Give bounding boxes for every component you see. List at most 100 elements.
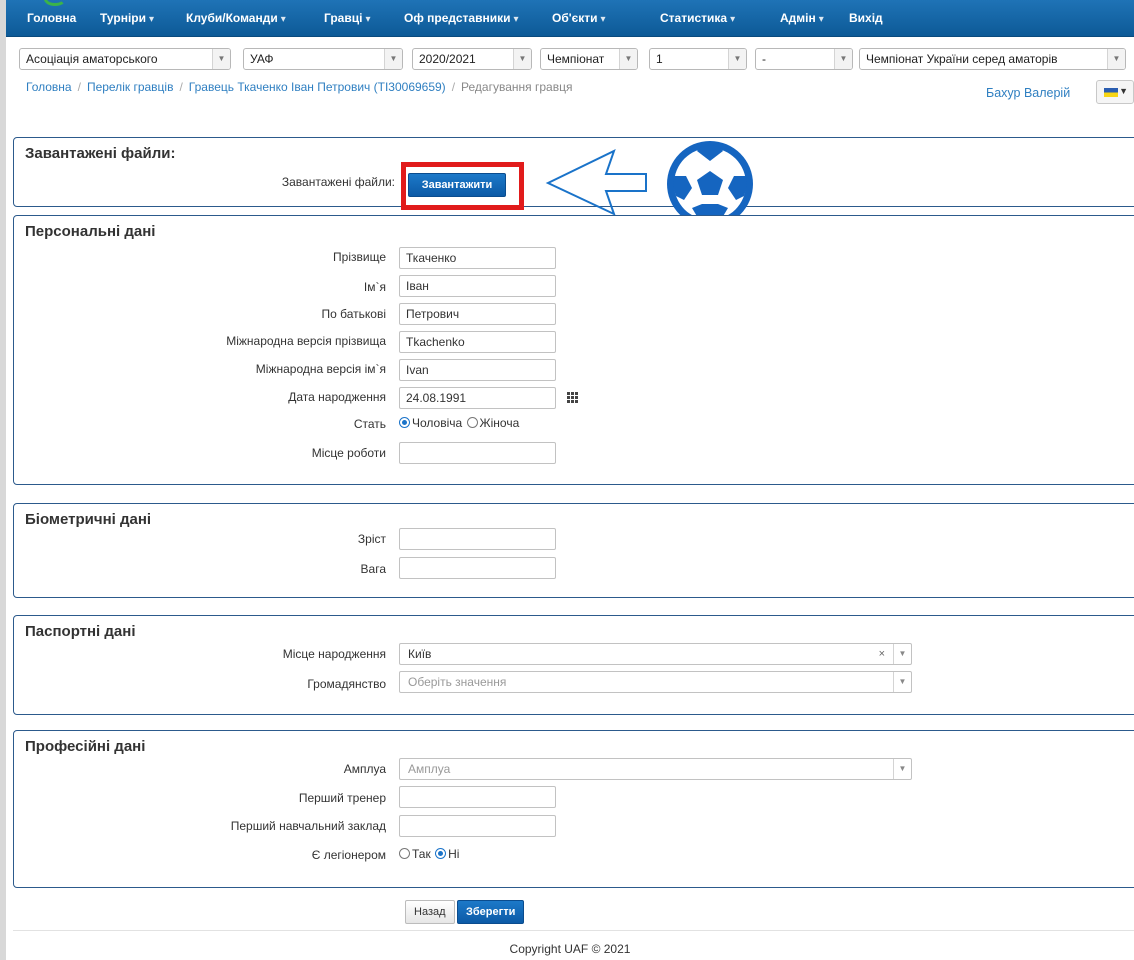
user-name-link[interactable]: Бахур Валерій [986,86,1070,100]
caret-down-icon: ▾ [600,14,606,25]
chevron-down-icon: ▼ [212,49,230,69]
legionnaire-no-radio[interactable] [435,848,447,859]
back-button[interactable]: Назад [405,900,455,924]
files-label: Завантажені файли: [281,175,395,189]
nav-admin[interactable]: Адмін ▾ [780,0,824,37]
chevron-down-icon: ▼ [893,759,911,779]
first-coach-label: Перший тренер [298,791,386,805]
nav-label: Клуби/Команди [186,11,278,25]
chevron-down-icon: ▼ [619,49,637,69]
select-placeholder: Оберіть значення [408,675,507,689]
breadcrumb-separator: / [77,80,81,94]
breadcrumb-separator: / [451,80,456,94]
save-button[interactable]: Зберегти [457,900,525,924]
chevron-down-icon: ▼ [834,49,852,69]
first-school-label: Перший навчальний заклад [230,819,386,833]
legionnaire-radio-group: Так Ні [399,847,460,861]
gender-radio-group: Чоловіча Жіноча [399,416,520,430]
select-value: УАФ [250,52,274,66]
nav-statistics[interactable]: Статистика ▾ [660,0,735,37]
level-select[interactable]: 1 ▼ [649,48,747,70]
footer-divider [13,930,1134,931]
nav-label: Оф представники [404,11,511,25]
nav-officials[interactable]: Оф представники ▾ [404,0,519,37]
first-coach-input[interactable] [399,786,556,808]
intl-name-input[interactable] [399,359,556,381]
legionnaire-yes-radio[interactable] [399,848,410,859]
nav-players[interactable]: Гравці ▾ [324,0,370,37]
upload-highlight-box [401,162,524,210]
height-label: Зріст [357,532,386,546]
intl-surname-input[interactable] [399,331,556,353]
calendar-icon[interactable] [567,392,578,403]
chevron-down-icon: ▼ [893,644,911,664]
select-value: 2020/2021 [419,52,476,66]
legionnaire-yes-label[interactable]: Так [412,847,431,861]
citizenship-label: Громадянство [307,677,386,691]
nav-label: Турніри [100,11,147,25]
gender-female-label[interactable]: Жіноча [480,416,520,430]
breadcrumb-player[interactable]: Гравець Ткаченко Іван Петрович (TI300696… [189,80,446,94]
chevron-down-icon: ▼ [728,49,746,69]
group-select[interactable]: - ▼ [755,48,853,70]
copyright-text: Copyright UAF © 2021 [509,942,631,956]
gender-male-radio[interactable] [399,417,410,428]
language-button[interactable]: ▼ [1096,80,1134,104]
select-value: Чемпіонат [547,52,605,66]
gender-male-label[interactable]: Чоловіча [412,416,462,430]
birth-date-input[interactable] [399,387,556,409]
passport-panel-title: Паспортні дані [25,623,136,640]
passport-panel: Паспортні дані [13,615,1134,715]
birthplace-select[interactable]: Київ × ▼ [399,643,912,665]
nav-tournaments[interactable]: Турніри ▾ [100,0,154,37]
select-value: Чемпіонат України серед аматорів [866,52,1058,66]
nav-home[interactable]: Головна [27,0,76,37]
season-select[interactable]: 2020/2021 ▼ [412,48,532,70]
caret-down-icon: ▼ [1119,86,1128,96]
nav-clubs[interactable]: Клуби/Команди ▾ [186,0,286,37]
nav-objects[interactable]: Об'єкти ▾ [552,0,606,37]
select-value: - [762,52,766,66]
caret-down-icon: ▾ [730,14,736,25]
name-input[interactable] [399,275,556,297]
select-value: Асоціація аматорського [26,52,158,66]
gender-female-radio[interactable] [466,417,478,428]
personal-panel-title: Персональні дані [25,223,156,240]
nav-label: Вихід [849,11,883,25]
professional-panel-title: Професійні дані [25,738,146,755]
role-select[interactable]: Амплуа ▼ [399,758,912,780]
birth-date-label: Дата народження [288,390,386,404]
nav-label: Статистика [660,11,728,25]
legionnaire-no-label[interactable]: Ні [448,847,459,861]
name-label: Ім`я [363,280,386,294]
breadcrumb-players[interactable]: Перелік гравців [87,80,174,94]
tournament-type-select[interactable]: Чемпіонат ▼ [540,48,638,70]
nav-label: Об'єкти [552,11,598,25]
clear-icon[interactable]: × [879,644,885,664]
work-place-label: Місце роботи [311,446,386,460]
professional-panel: Професійні дані [13,730,1134,888]
association-select[interactable]: Асоціація аматорського ▼ [19,48,231,70]
patronymic-input[interactable] [399,303,556,325]
work-place-input[interactable] [399,442,556,464]
tournament-select[interactable]: Чемпіонат України серед аматорів ▼ [859,48,1126,70]
caret-down-icon: ▾ [818,14,824,25]
files-panel-title: Завантажені файли: [25,145,176,162]
surname-input[interactable] [399,247,556,269]
nav-label: Гравці [324,11,363,25]
nav-logout[interactable]: Вихід [849,0,883,37]
height-input[interactable] [399,528,556,550]
page: Головна Турніри ▾ Клуби/Команди ▾ Гравці ▾ … [6,0,1134,960]
breadcrumb: Головна / Перелік гравців / Гравець Ткаченко… [26,80,572,94]
federation-select[interactable]: УАФ ▼ [243,48,403,70]
breadcrumb-home[interactable]: Головна [26,80,72,94]
weight-input[interactable] [399,557,556,579]
gender-label: Стать [353,417,386,431]
breadcrumb-current: Редагування гравця [461,80,573,94]
nav-label: Головна [27,11,77,25]
first-school-input[interactable] [399,815,556,837]
citizenship-select[interactable]: Оберіть значення ▼ [399,671,912,693]
select-placeholder: Амплуа [408,762,451,776]
weight-label: Вага [360,562,386,576]
surname-label: Прізвище [333,250,386,264]
